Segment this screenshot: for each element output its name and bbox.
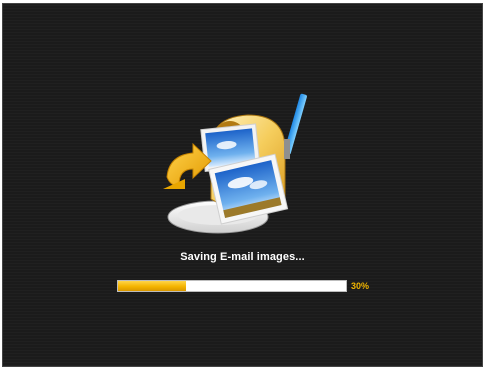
progress-percent: 30%: [351, 281, 370, 291]
saving-screen: Saving E-mail images... 30%: [2, 3, 483, 367]
progress-fill: [118, 281, 187, 291]
mailbox-with-photos-icon: [153, 89, 313, 239]
progress-bar: [117, 280, 347, 292]
status-text: Saving E-mail images...: [180, 251, 305, 263]
